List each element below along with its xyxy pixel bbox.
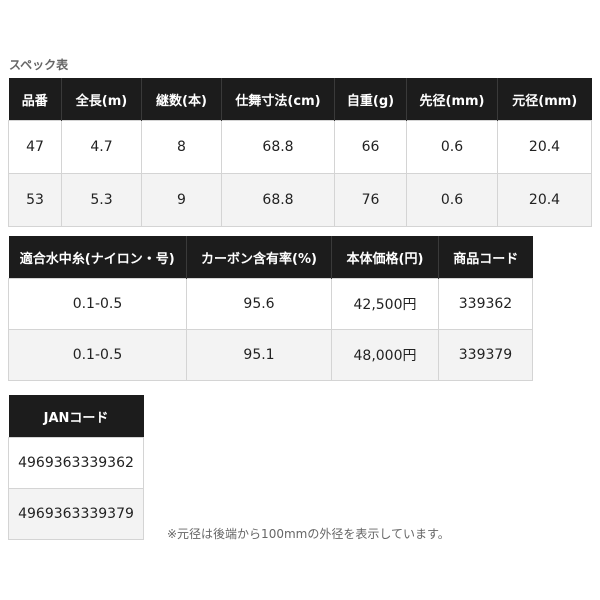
table-cell: 48,000円 — [331, 329, 439, 381]
table-cell: 0.6 — [406, 173, 498, 227]
table-cell: 20.4 — [497, 120, 592, 174]
table-cell: 95.1 — [186, 329, 332, 381]
table-cell: 339379 — [438, 329, 533, 381]
table-row: 0.1-0.5 95.6 42,500円 339362 — [8, 278, 533, 330]
table-cell: 5.3 — [61, 173, 142, 227]
table-header-row: 適合水中糸(ナイロン・号) カーボン含有率(%) 本体価格(円) 商品コード — [8, 236, 533, 279]
header-tip-diameter: 先径(mm) — [406, 78, 498, 121]
spec-table-title: スペック表 — [9, 58, 69, 72]
table-row: 53 5.3 9 68.8 76 0.6 20.4 — [8, 173, 592, 227]
header-closed-length: 仕舞寸法(cm) — [221, 78, 335, 121]
header-butt-diameter: 元径(mm) — [497, 78, 592, 121]
table-cell: 4.7 — [61, 120, 142, 174]
header-jan-code: JANコード — [8, 395, 144, 438]
table-cell: 0.1-0.5 — [8, 278, 187, 330]
header-line-size: 適合水中糸(ナイロン・号) — [8, 236, 187, 279]
table-cell: 76 — [334, 173, 407, 227]
table-cell: 4969363339362 — [8, 437, 144, 489]
table-cell: 68.8 — [221, 120, 335, 174]
table-cell: 95.6 — [186, 278, 332, 330]
table-row: 0.1-0.5 95.1 48,000円 339379 — [8, 329, 533, 381]
table-cell: 47 — [8, 120, 62, 174]
table-row: 47 4.7 8 68.8 66 0.6 20.4 — [8, 120, 592, 174]
table-cell: 9 — [141, 173, 222, 227]
table-cell: 8 — [141, 120, 222, 174]
header-product-code: 商品コード — [438, 236, 533, 279]
header-total-length: 全長(m) — [61, 78, 142, 121]
spec-table-jan: JANコード 4969363339362 4969363339379 — [8, 395, 144, 540]
table-cell: 66 — [334, 120, 407, 174]
table-cell: 339362 — [438, 278, 533, 330]
table-cell: 42,500円 — [331, 278, 439, 330]
table-cell: 53 — [8, 173, 62, 227]
table-cell: 4969363339379 — [8, 488, 144, 540]
table-cell: 68.8 — [221, 173, 335, 227]
header-weight: 自重(g) — [334, 78, 407, 121]
header-sections: 継数(本) — [141, 78, 222, 121]
header-price: 本体価格(円) — [331, 236, 439, 279]
table-header-row: 品番 全長(m) 継数(本) 仕舞寸法(cm) 自重(g) 先径(mm) 元径(… — [8, 78, 592, 121]
spec-table-secondary: 適合水中糸(ナイロン・号) カーボン含有率(%) 本体価格(円) 商品コード 0… — [8, 236, 533, 381]
header-hinban: 品番 — [8, 78, 62, 121]
spec-table-main: 品番 全長(m) 継数(本) 仕舞寸法(cm) 自重(g) 先径(mm) 元径(… — [8, 78, 592, 227]
table-row: 4969363339362 — [8, 437, 144, 489]
table-cell: 0.6 — [406, 120, 498, 174]
table-header-row: JANコード — [8, 395, 144, 438]
table-row: 4969363339379 — [8, 488, 144, 540]
footnote: ※元径は後端から100mmの外径を表示しています。 — [167, 527, 450, 541]
header-carbon-content: カーボン含有率(%) — [186, 236, 332, 279]
table-cell: 0.1-0.5 — [8, 329, 187, 381]
table-cell: 20.4 — [497, 173, 592, 227]
